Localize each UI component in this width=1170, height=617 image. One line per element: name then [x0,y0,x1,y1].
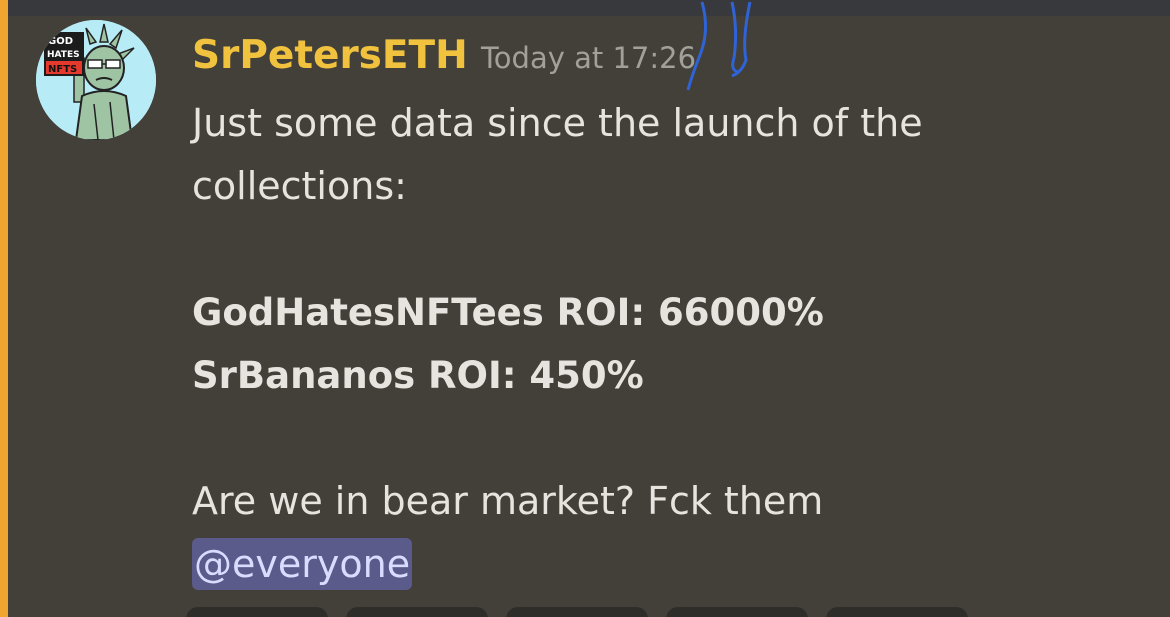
message-timestamp[interactable]: Today at 17:26 [481,40,696,76]
message-line: collections: [192,164,407,208]
message-line: Are we in bear market? Fck them [192,479,824,523]
avatar[interactable]: GOD HATES NFTS [36,20,156,140]
top-bar [0,0,1170,16]
reaction-button[interactable] [346,607,488,617]
message-content: Just some data since the launch of the c… [192,92,1092,596]
mention-highlight-bar [0,0,8,617]
mention-line: @everyone [192,533,1092,596]
avatar-badge-line-1: GOD [48,36,73,47]
roi-line: GodHatesNFTees ROI: 66000% [192,291,824,334]
message-line: Just some data since the launch of the [192,101,923,145]
reaction-button[interactable] [666,607,808,617]
reaction-bar [186,607,968,617]
reaction-button[interactable] [826,607,968,617]
avatar-badge-line-2: HATES [47,50,80,60]
reaction-button[interactable] [186,607,328,617]
reaction-button[interactable] [506,607,648,617]
avatar-badge-line-3: NFTS [48,64,77,75]
author-username[interactable]: SrPetersETH [192,32,468,80]
roi-line: SrBananos ROI: 450% [192,354,644,397]
everyone-mention[interactable]: @everyone [192,538,413,590]
